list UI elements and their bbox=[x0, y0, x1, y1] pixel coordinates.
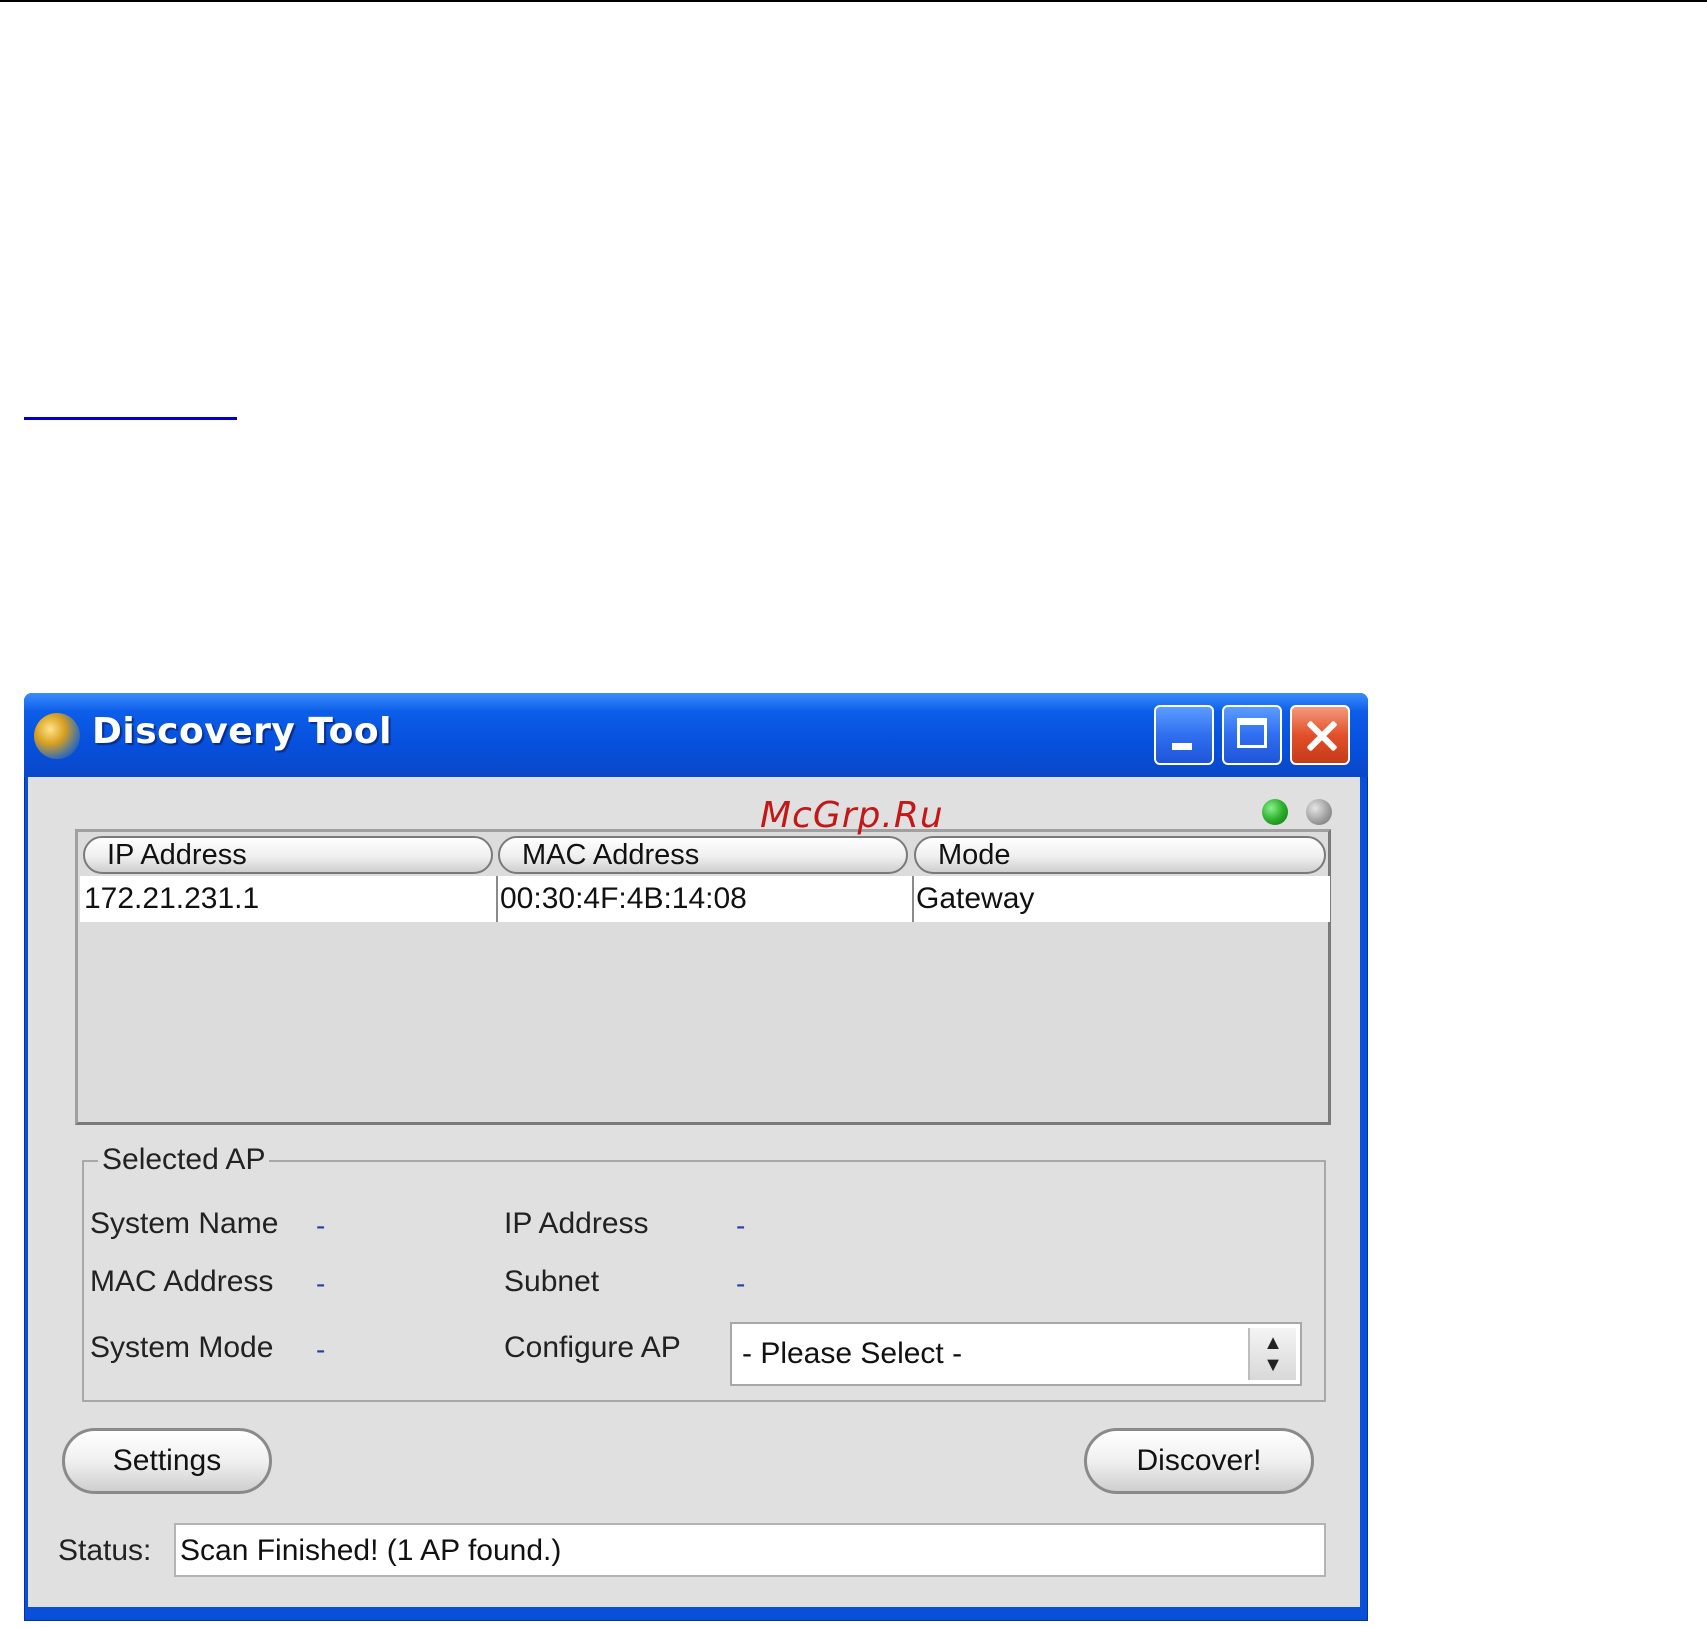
ip-address-label: IP Address bbox=[504, 1207, 649, 1240]
status-text: Scan Finished! (1 AP found.) bbox=[180, 1534, 562, 1567]
configure-ap-label: Configure AP bbox=[504, 1331, 681, 1364]
discovery-tool-window: Discovery Tool IP Address MAC Address Mo… bbox=[24, 693, 1368, 1621]
selected-ap-group: Selected AP System Name - MAC Address - … bbox=[82, 1142, 1326, 1402]
cell-mode: Gateway bbox=[912, 876, 1326, 922]
system-mode-label: System Mode bbox=[90, 1331, 274, 1364]
page-top-rule bbox=[0, 0, 1707, 2]
column-header-mode[interactable]: Mode bbox=[914, 836, 1326, 874]
system-mode-value: - bbox=[316, 1334, 326, 1365]
maximize-icon[interactable] bbox=[1222, 705, 1282, 765]
settings-button[interactable]: Settings bbox=[62, 1428, 272, 1494]
mac-address-label: MAC Address bbox=[90, 1265, 274, 1298]
status-field: Scan Finished! (1 AP found.) bbox=[174, 1523, 1326, 1577]
watermark-text: McGrp.Ru bbox=[760, 795, 944, 836]
discover-button[interactable]: Discover! bbox=[1084, 1428, 1314, 1494]
status-label: Status: bbox=[58, 1534, 152, 1567]
globe-icon bbox=[34, 713, 80, 759]
title-bar[interactable]: Discovery Tool bbox=[24, 693, 1368, 777]
status-indicator-gray-icon bbox=[1306, 799, 1332, 825]
ap-list-table: IP Address MAC Address Mode 172.21.231.1… bbox=[75, 829, 1331, 1125]
minimize-icon[interactable] bbox=[1154, 705, 1214, 765]
subnet-value: - bbox=[736, 1268, 746, 1299]
window-client-area: IP Address MAC Address Mode 172.21.231.1… bbox=[28, 777, 1360, 1607]
close-icon[interactable] bbox=[1290, 705, 1350, 765]
cell-mac-address: 00:30:4F:4B:14:08 bbox=[496, 876, 914, 922]
column-header-ip-address[interactable]: IP Address bbox=[83, 836, 493, 874]
system-name-value: - bbox=[316, 1210, 326, 1241]
column-header-mac-address[interactable]: MAC Address bbox=[498, 836, 908, 874]
hyperlink-underline[interactable] bbox=[24, 417, 237, 420]
selected-ap-title: Selected AP bbox=[98, 1142, 270, 1178]
cell-ip-address: 172.21.231.1 bbox=[84, 882, 260, 915]
system-name-label: System Name bbox=[90, 1207, 279, 1240]
ip-address-value: - bbox=[736, 1210, 746, 1241]
subnet-label: Subnet bbox=[504, 1265, 600, 1298]
table-row[interactable]: 172.21.231.1 00:30:4F:4B:14:08 Gateway bbox=[80, 876, 1330, 922]
configure-ap-selected-value: - Please Select - bbox=[742, 1337, 963, 1370]
window-title: Discovery Tool bbox=[92, 711, 392, 752]
mac-address-value: - bbox=[316, 1268, 326, 1299]
configure-ap-select[interactable]: - Please Select - ▲ ▼ bbox=[730, 1322, 1302, 1386]
up-down-arrows-icon[interactable]: ▲ ▼ bbox=[1248, 1328, 1296, 1380]
status-indicator-green-icon bbox=[1262, 799, 1288, 825]
